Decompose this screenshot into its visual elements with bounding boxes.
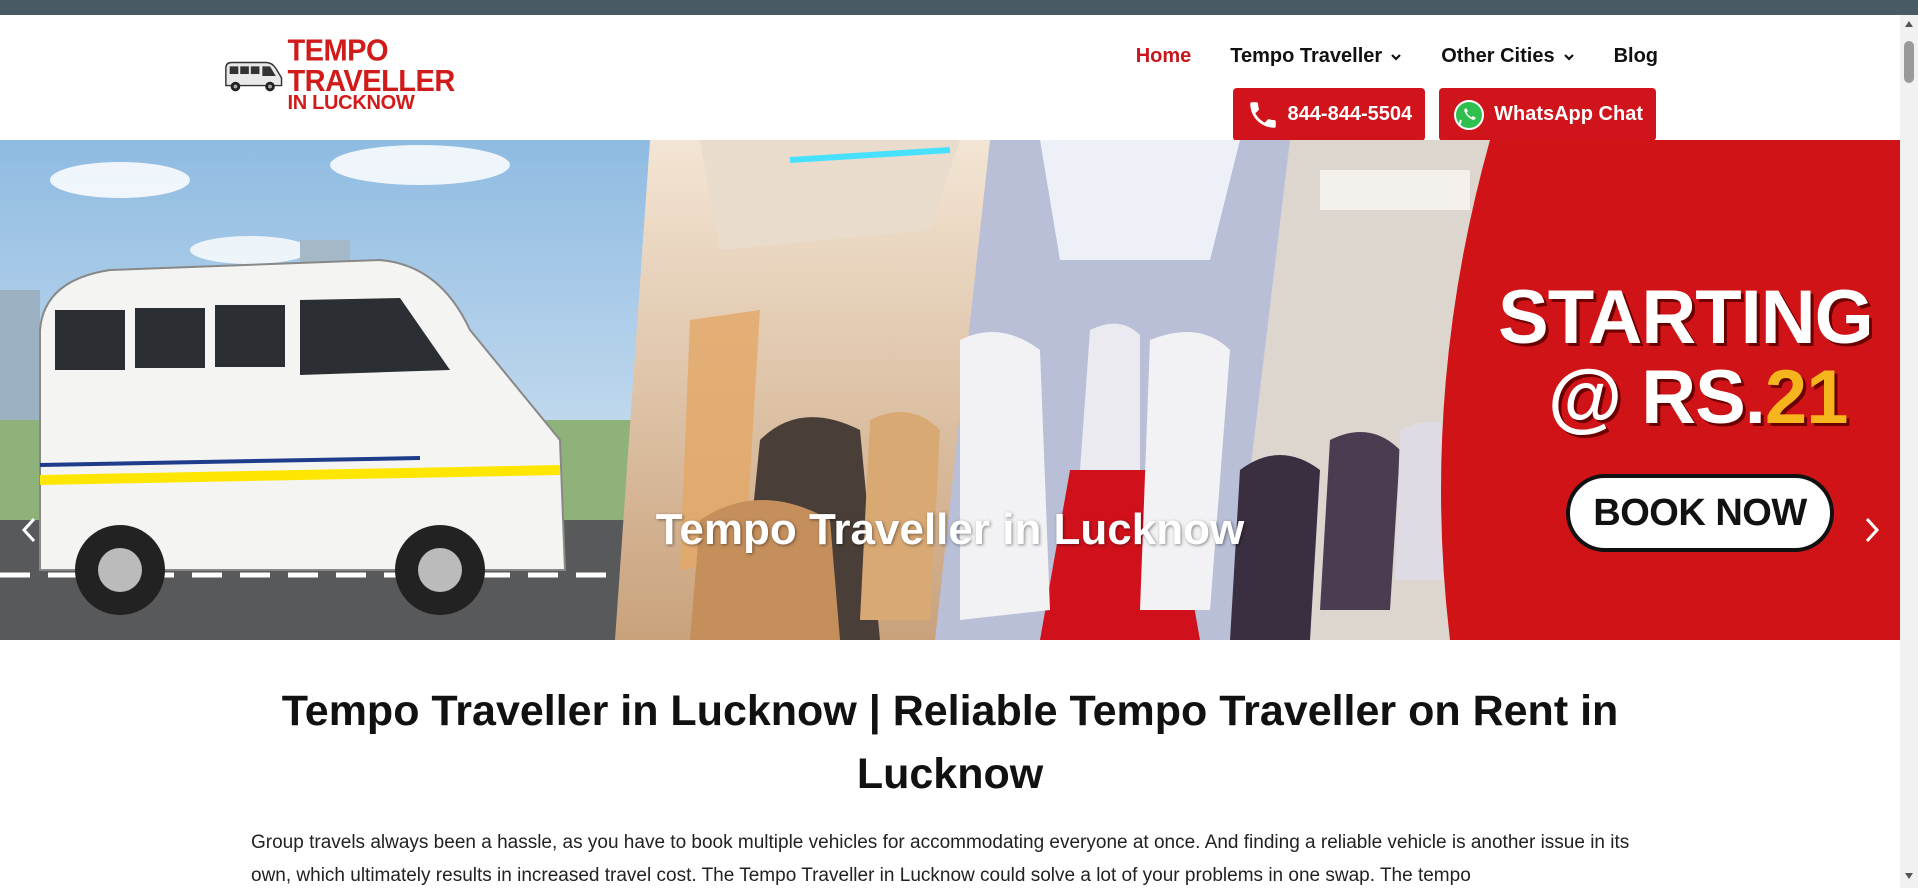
logo-title: TEMPO TRAVELLER	[287, 33, 455, 98]
promo-price-prefix: @ RS.	[1548, 355, 1766, 440]
promo-price-value: 21	[1764, 355, 1849, 440]
scroll-up-arrow-icon[interactable]	[1905, 21, 1913, 27]
slider-prev-button[interactable]	[14, 512, 44, 548]
page-heading: Tempo Traveller in Lucknow | Reliable Te…	[281, 687, 1619, 798]
promo-starting-text: STARTING	[1498, 275, 1874, 360]
cta-buttons: 844-844-5504 WhatsApp Chat	[1232, 88, 1656, 141]
van-logo-icon	[225, 61, 283, 92]
chevron-down-icon	[1391, 53, 1401, 61]
scrollbar-thumb[interactable]	[1904, 41, 1914, 83]
chevron-down-icon	[1563, 53, 1574, 61]
site-logo[interactable]: TEMPO TRAVELLER IN LUCKNOW	[222, 36, 552, 113]
intro-paragraph: Group travels always been a hassle, as y…	[251, 832, 1630, 886]
nav-item-label: Other Cities	[1441, 45, 1555, 67]
site-header: TEMPO TRAVELLER IN LUCKNOW Home Tempo Tr…	[0, 15, 1900, 141]
scroll-down-arrow-icon[interactable]	[1905, 873, 1913, 879]
chevron-left-icon	[21, 517, 36, 543]
nav-item-blog[interactable]: Blog	[1614, 45, 1658, 68]
whatsapp-button-label: WhatsApp Chat	[1494, 103, 1643, 125]
whatsapp-button[interactable]: WhatsApp Chat	[1439, 88, 1656, 141]
promo-banner: STARTING @ RS.21 BOOK NOW	[1462, 140, 1900, 640]
page-scrollbar[interactable]	[1900, 15, 1918, 888]
main-content: Tempo Traveller in Lucknow | Reliable Te…	[0, 640, 1900, 888]
browser-top-bar	[0, 0, 1918, 15]
call-button[interactable]: 844-844-5504	[1232, 88, 1426, 141]
call-button-label: 844-844-5504	[1287, 103, 1413, 125]
nav-item-label: Home	[1135, 45, 1192, 67]
main-navigation: Home Tempo Traveller Other Cities Blog	[1097, 45, 1658, 68]
nav-item-label: Tempo Traveller	[1230, 45, 1383, 67]
whatsapp-icon	[1454, 99, 1485, 130]
promo-price-text: @ RS.21	[1548, 354, 1849, 441]
phone-icon	[1249, 101, 1276, 128]
nav-item-home[interactable]: Home	[1136, 45, 1192, 68]
book-now-button[interactable]: BOOK NOW	[1566, 474, 1834, 552]
nav-item-label: Blog	[1613, 45, 1658, 67]
nav-item-tempo-traveller[interactable]: Tempo Traveller	[1230, 45, 1402, 68]
nav-item-other-cities[interactable]: Other Cities	[1441, 45, 1574, 68]
